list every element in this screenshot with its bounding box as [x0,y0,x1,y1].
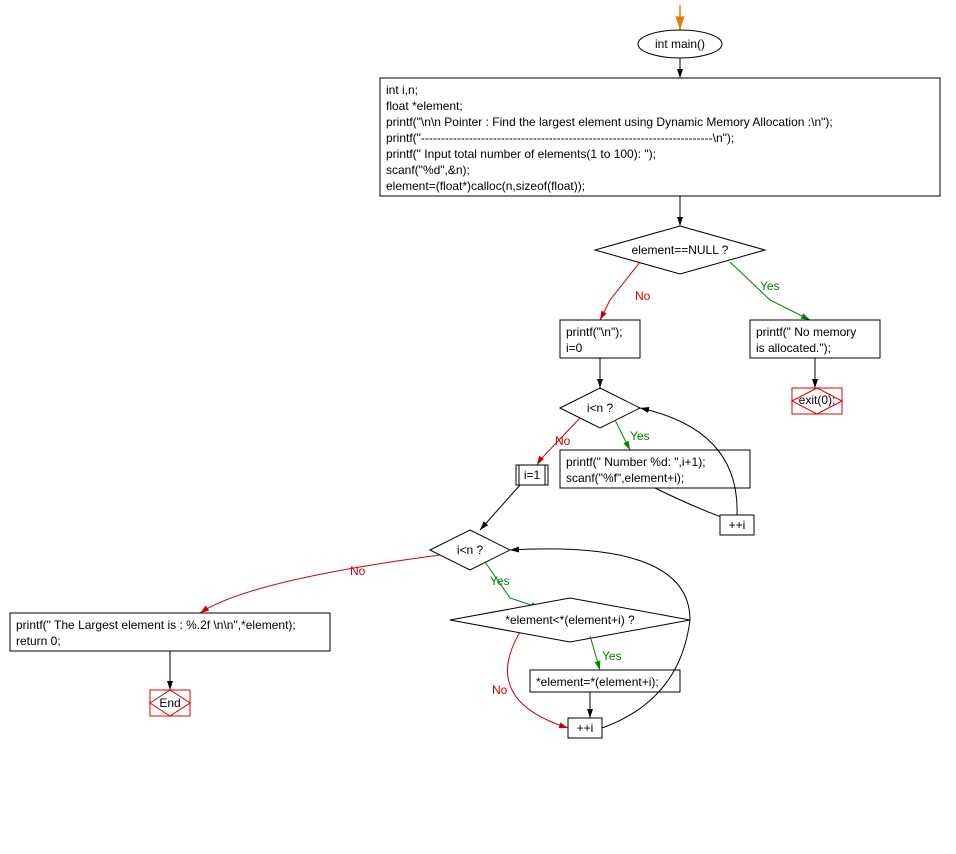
no-mem-l2: is allocated."); [756,341,831,355]
cond-null-label: element==NULL ? [632,243,729,257]
clear-print-l1: printf("\n"); [566,325,623,339]
end-label: End [159,696,180,710]
flowchart-canvas: int main() int i,n; float *element; prin… [0,0,956,854]
init-l4: printf("--------------------------------… [386,131,734,145]
edge-loop1-yes [615,420,630,450]
clear-print-l2: i=0 [566,341,583,355]
label-yes-3: Yes [490,574,510,588]
edge-cmp-yes [590,636,600,670]
label-no-3: No [350,564,366,578]
node-main-label: int main() [655,37,705,51]
cond-cmp-label: *element<*(element+i) ? [505,613,635,627]
label-no-2: No [555,434,571,448]
edge-i1-cond2 [480,485,520,530]
read-elem-l2: scanf("%f",element+i); [566,471,684,485]
init-l6: scanf("%d",&n); [386,163,470,177]
node-end: End [150,690,190,716]
init-l5: printf(" Input total number of elements(… [386,147,656,161]
label-yes-2: Yes [630,429,650,443]
init-l7: element=(float*)calloc(n,sizeof(float)); [386,179,585,193]
label-no-1: No [635,289,651,303]
i-eq-1-label: i=1 [524,468,541,482]
label-yes-1: Yes [760,279,780,293]
inc2-label: ++i [577,721,594,735]
cond-loop2-label: i<n ? [457,543,484,557]
init-l1: int i,n; [386,83,418,97]
read-elem-l1: printf(" Number %d: ",i+1); [566,455,706,469]
label-yes-4: Yes [602,649,622,663]
init-l3: printf("\n\n Pointer : Find the largest … [386,115,833,129]
edge-loop2-no [200,555,440,613]
edge-condnull-no [600,262,640,320]
label-no-4: No [492,683,508,697]
print-largest-l2: return 0; [16,634,61,648]
init-l2: float *element; [386,99,463,113]
print-largest-l1: printf(" The Largest element is : %.2f \… [16,618,296,632]
cond-loop1-label: i<n ? [587,401,614,415]
no-mem-l1: printf(" No memory [756,325,856,339]
node-exit0: exit(0); [792,388,842,414]
exit0-label: exit(0); [799,393,836,407]
assign-max-label: *element=*(element+i); [536,675,659,689]
edge-read-inc1 [655,488,730,520]
inc1-label: ++i [729,518,746,532]
edge-inc2-loop2 [510,549,690,728]
